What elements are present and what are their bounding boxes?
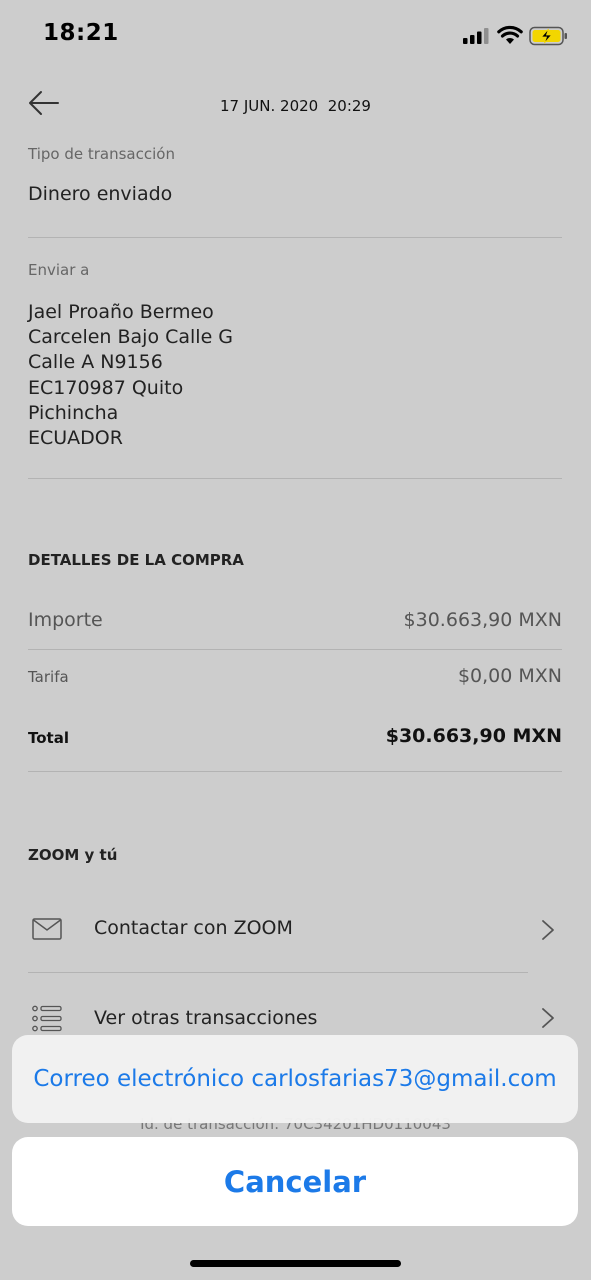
tarifa-value: $0,00 MXN xyxy=(457,665,562,687)
home-indicator xyxy=(190,1260,401,1267)
importe-value: $30.663,90 MXN xyxy=(403,609,562,631)
divider xyxy=(28,972,528,973)
divider xyxy=(28,478,562,479)
status-time: 18:21 xyxy=(43,20,119,46)
cellular-signal-icon xyxy=(463,28,489,44)
other-transactions-row[interactable]: Ver otras transacciones xyxy=(28,985,562,1035)
contact-zoom-label: Contactar con ZOOM xyxy=(94,917,293,939)
total-label: Total xyxy=(28,729,69,747)
address-line: Carcelen Bajo Calle G xyxy=(28,326,234,349)
zoom-section-title: ZOOM y tú xyxy=(28,846,118,864)
divider xyxy=(28,649,562,650)
tarifa-label: Tarifa xyxy=(28,668,69,686)
battery-charging-icon xyxy=(529,26,567,46)
transaction-date: 17 JUN. 2020 20:29 xyxy=(220,97,371,115)
email-option-button[interactable]: Correo electrónico carlosfarias73@gmail.… xyxy=(12,1035,578,1123)
mail-icon xyxy=(32,918,62,940)
other-transactions-label: Ver otras transacciones xyxy=(94,1007,318,1029)
recipient-address: Jael Proaño Bermeo Carcelen Bajo Calle G… xyxy=(28,300,233,451)
address-line: Pichincha xyxy=(28,401,119,424)
address-line: Jael Proaño Bermeo xyxy=(28,301,214,323)
address-line: EC170987 Quito xyxy=(28,376,184,399)
importe-label: Importe xyxy=(28,609,103,631)
address-line: Calle A N9156 xyxy=(28,351,163,374)
list-icon xyxy=(32,1005,62,1032)
contact-zoom-row[interactable]: Contactar con ZOOM xyxy=(28,895,562,965)
chevron-right-icon xyxy=(542,1008,554,1028)
transaction-type-label: Tipo de transacción xyxy=(28,145,175,163)
divider xyxy=(28,237,562,238)
wifi-icon xyxy=(497,25,523,44)
divider xyxy=(28,771,562,772)
send-to-label: Enviar a xyxy=(28,261,90,279)
address-line: ECUADOR xyxy=(28,427,123,450)
chevron-right-icon xyxy=(542,920,554,940)
transaction-type-value: Dinero enviado xyxy=(28,183,173,205)
total-value: $30.663,90 MXN xyxy=(385,725,562,747)
cancel-button[interactable]: Cancelar xyxy=(12,1137,578,1226)
purchase-details-title: DETALLES DE LA COMPRA xyxy=(28,551,244,569)
